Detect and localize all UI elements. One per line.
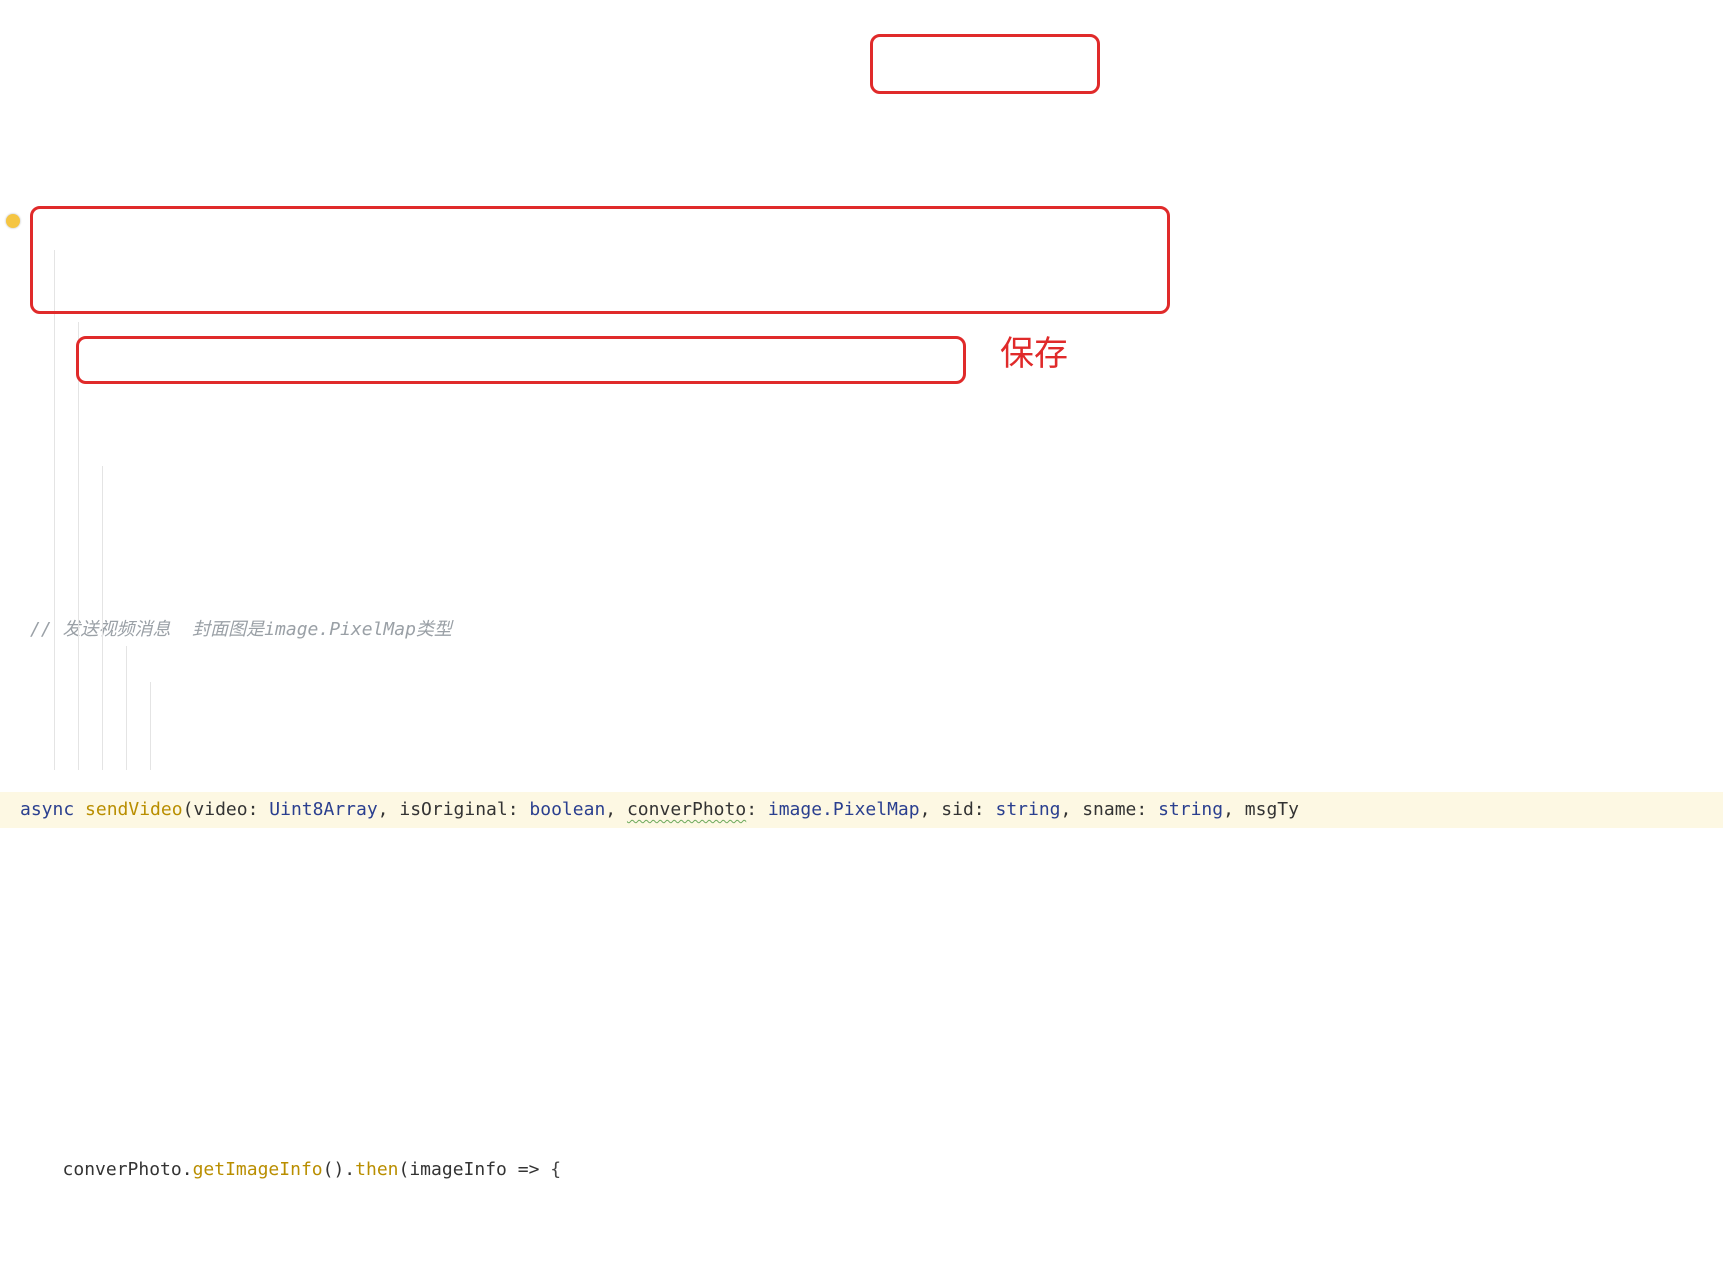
indent-guide	[150, 682, 151, 770]
function-name: sendVideo	[85, 799, 183, 820]
indent-guide	[102, 466, 103, 770]
indent-guide	[54, 250, 55, 770]
code-line[interactable]: converPhoto.getImageInfo().then(imageInf…	[0, 1152, 1723, 1188]
code-line[interactable]	[0, 972, 1723, 1008]
indent-guide	[78, 322, 79, 770]
annotation-box-param-type	[870, 34, 1100, 94]
code-editor[interactable]: // 发送视频消息 封面图是image.PixelMap类型 async sen…	[0, 144, 1723, 1266]
keyword-async: async	[20, 799, 74, 820]
code-line[interactable]: async sendVideo(video: Uint8Array, isOri…	[0, 792, 1723, 828]
lightbulb-icon[interactable]	[6, 214, 20, 228]
comment-text: // 发送视频消息 封面图是image.PixelMap类型	[30, 619, 452, 640]
indent-guide	[126, 646, 127, 770]
param-converPhoto: converPhoto	[627, 799, 746, 820]
code-line[interactable]: // 发送视频消息 封面图是image.PixelMap类型	[0, 612, 1723, 648]
